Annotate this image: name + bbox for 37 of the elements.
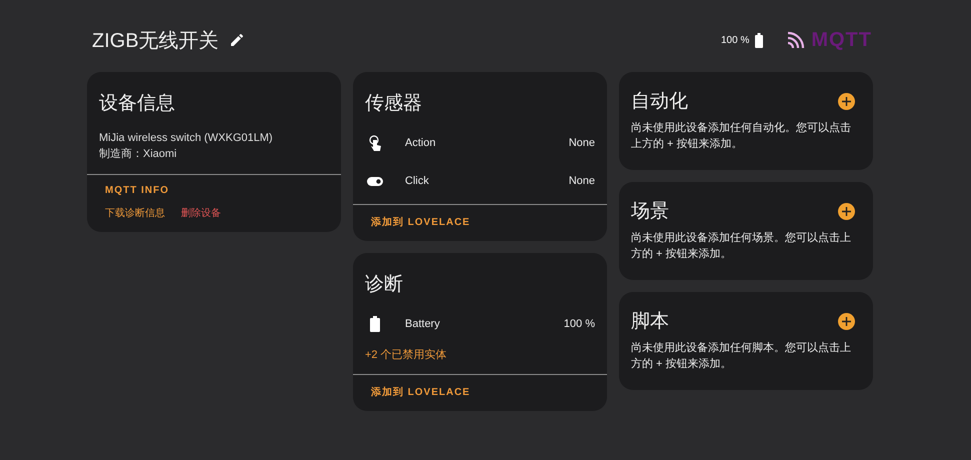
card-title: 场景 xyxy=(631,200,669,224)
plus-icon xyxy=(842,96,851,106)
mqtt-info-button[interactable]: MQTT INFO xyxy=(105,185,169,196)
card-title: 自动化 xyxy=(631,90,688,114)
entity-name[interactable]: Action xyxy=(405,137,436,149)
entity-value: None xyxy=(568,137,595,149)
delete-device-link[interactable]: 删除设备 xyxy=(181,206,221,220)
entity-value: 100 % xyxy=(564,318,595,330)
empty-message: 尚未使用此设备添加任何脚本。您可以点击上方的 + 按钮来添加。 xyxy=(630,340,852,372)
empty-message: 尚未使用此设备添加任何场景。您可以点击上方的 + 按钮来添加。 xyxy=(630,230,852,262)
signal-waves-icon xyxy=(787,31,806,49)
battery-icon xyxy=(755,32,764,48)
device-model: MiJia wireless switch (WXKG01LM) xyxy=(98,131,274,146)
empty-message: 尚未使用此设备添加任何自动化。您可以点击上方的 + 按钮来添加。 xyxy=(630,120,852,152)
add-to-lovelace-button[interactable]: 添加到 LOVELACE xyxy=(371,215,470,229)
plus-icon xyxy=(842,206,851,216)
entity-value: None xyxy=(568,175,595,187)
card-title: 脚本 xyxy=(631,310,669,334)
download-diagnostics-link[interactable]: 下载诊断信息 xyxy=(105,206,165,220)
battery-icon xyxy=(370,316,380,332)
add-button[interactable] xyxy=(838,202,855,220)
card-title: 传感器 xyxy=(364,92,423,116)
entity-name[interactable]: Click xyxy=(405,175,429,187)
device-title: ZIGB无线开关 xyxy=(92,28,219,54)
battery-level: 100 % xyxy=(720,34,750,46)
toggle-icon xyxy=(367,176,383,186)
add-button[interactable] xyxy=(838,92,855,110)
device-manufacturer: 制造商：Xiaomi xyxy=(98,146,178,162)
entity-name[interactable]: Battery xyxy=(405,318,440,330)
pencil-icon[interactable] xyxy=(228,32,245,48)
touch-icon xyxy=(369,134,381,152)
add-to-lovelace-button[interactable]: 添加到 LOVELACE xyxy=(371,385,470,399)
card-title: 诊断 xyxy=(364,273,404,297)
plus-icon xyxy=(842,316,851,326)
add-button[interactable] xyxy=(838,312,855,330)
mqtt-logo: MQTT xyxy=(811,28,872,52)
card-title: 设备信息 xyxy=(98,92,176,116)
